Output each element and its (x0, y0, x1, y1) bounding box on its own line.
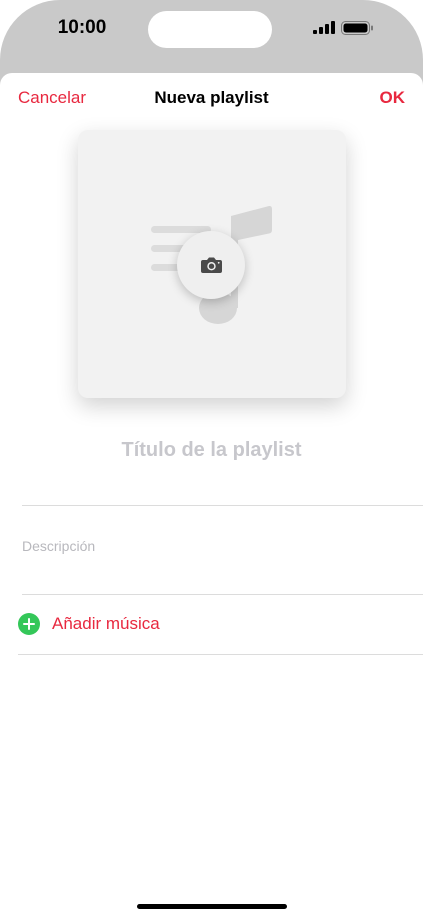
title-divider (22, 505, 423, 506)
plus-circle-icon (18, 613, 40, 635)
description-input[interactable]: Descripción (22, 538, 95, 554)
new-playlist-sheet: Cancelar Nueva playlist OK Título de la … (0, 73, 423, 918)
add-music-label: Añadir música (52, 614, 160, 633)
playlist-artwork[interactable] (78, 130, 346, 398)
add-music-button[interactable]: Añadir música (18, 613, 160, 635)
status-time: 10:00 (57, 17, 107, 38)
battery-icon (341, 21, 373, 35)
description-divider (22, 594, 423, 595)
phone-screen: 10:00 Cancelar Nueva playlist OK Título … (0, 0, 423, 918)
add-photo-button[interactable] (177, 231, 245, 299)
sheet-title: Nueva playlist (154, 88, 269, 107)
cellular-signal-icon (313, 21, 335, 34)
playlist-title-input[interactable]: Título de la playlist (0, 439, 423, 462)
ok-button[interactable]: OK (380, 88, 406, 108)
camera-icon (200, 257, 222, 273)
dynamic-island (148, 11, 272, 48)
home-indicator[interactable] (137, 904, 287, 909)
add-music-divider (18, 654, 423, 655)
